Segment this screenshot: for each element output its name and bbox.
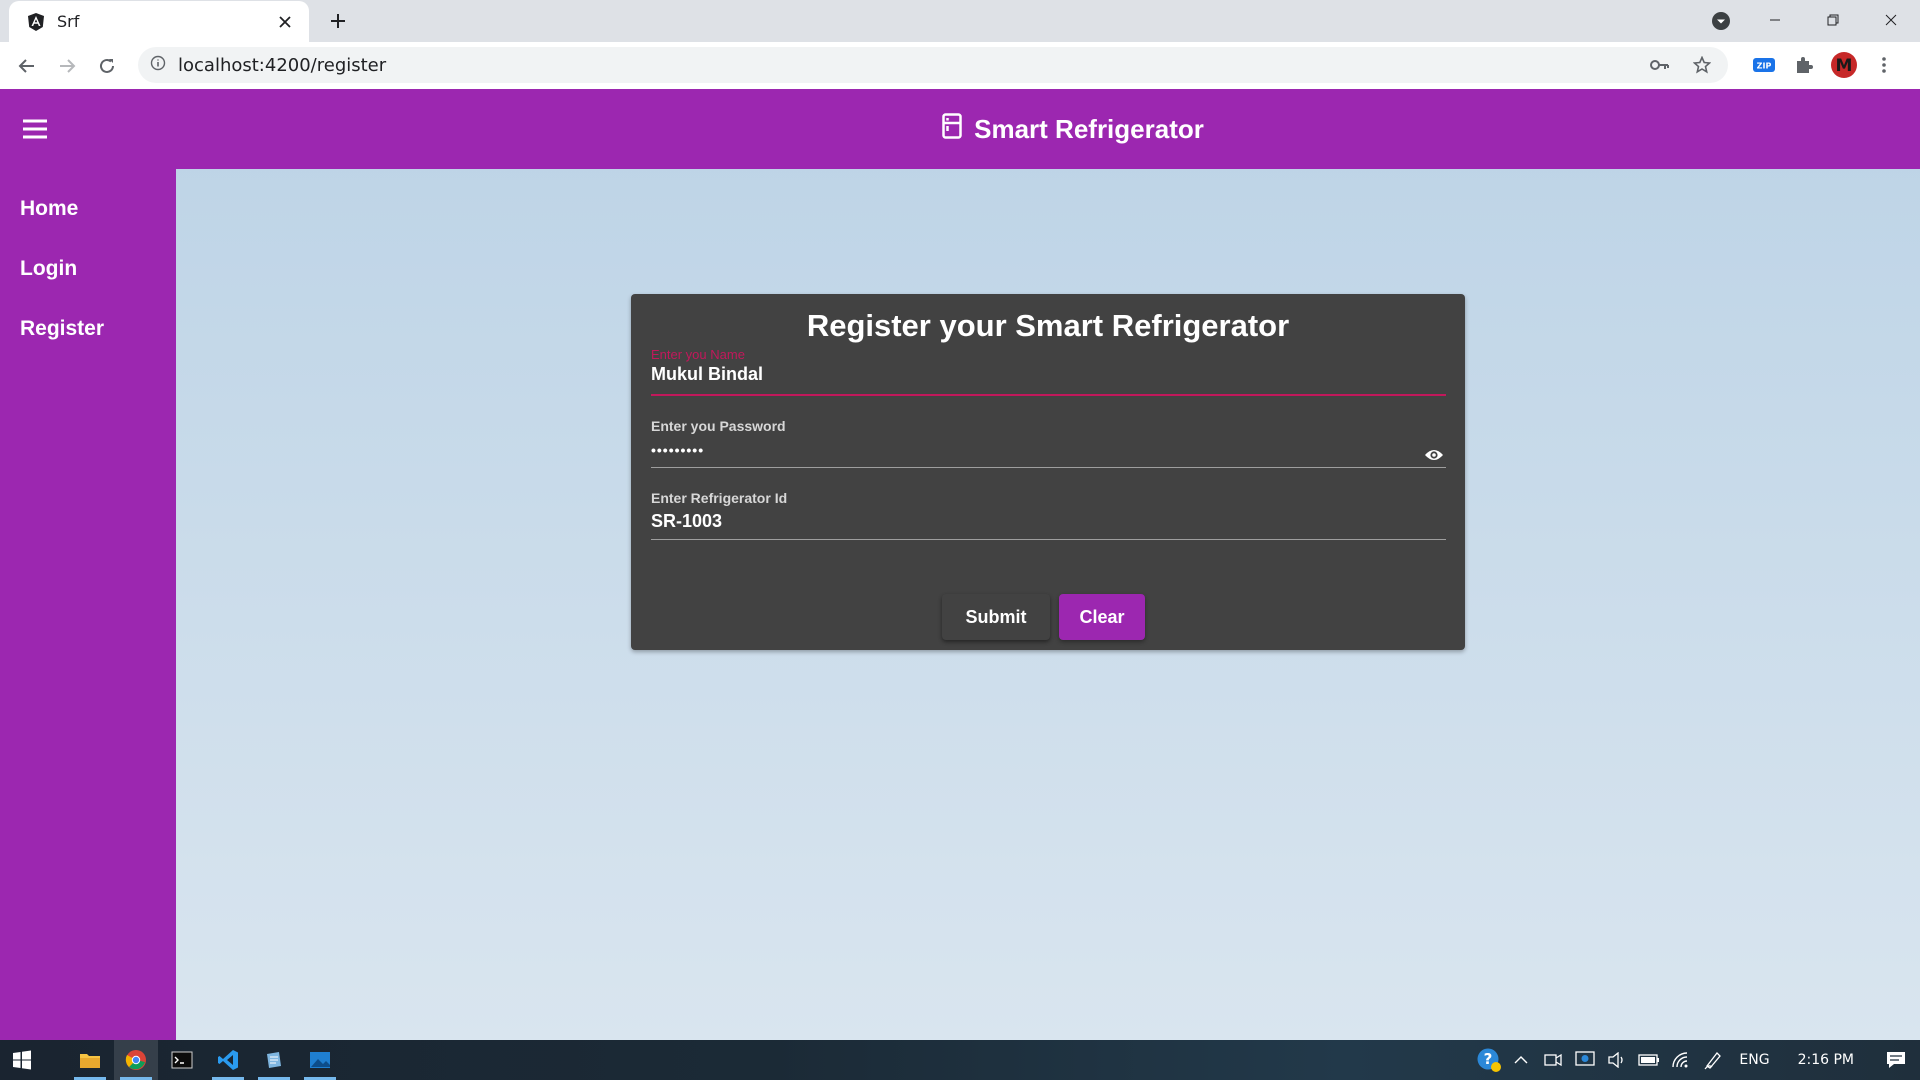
- refrigerator-id-field[interactable]: Enter Refrigerator Id SR-1003: [651, 490, 1446, 540]
- nav-item-login[interactable]: Login: [20, 257, 77, 281]
- windows-taskbar: ? ENG 2:16 PM: [0, 1040, 1920, 1080]
- battery-icon[interactable]: [1633, 1040, 1665, 1080]
- site-info-icon[interactable]: [150, 55, 166, 76]
- back-icon[interactable]: [7, 46, 47, 86]
- submit-button[interactable]: Submit: [942, 594, 1050, 640]
- file-explorer-icon[interactable]: [68, 1040, 112, 1080]
- show-hidden-icons-chevron-icon[interactable]: [1505, 1040, 1537, 1080]
- tab-close-icon[interactable]: [275, 12, 295, 32]
- chrome-taskbar-icon[interactable]: [114, 1040, 158, 1080]
- refrigerator-id-label: Enter Refrigerator Id: [651, 490, 788, 506]
- password-field-underline: [651, 467, 1446, 468]
- language-indicator[interactable]: ENG: [1729, 1052, 1779, 1068]
- name-field-underline: [651, 394, 1446, 396]
- windows-start-icon[interactable]: [0, 1040, 44, 1080]
- zip-extension-icon[interactable]: ZIP: [1748, 48, 1780, 82]
- close-window-icon[interactable]: [1862, 0, 1920, 40]
- visibility-eye-icon[interactable]: [1424, 448, 1444, 462]
- zip-badge-text: ZIP: [1757, 62, 1772, 71]
- name-field[interactable]: Enter you Name Mukul Bindal: [651, 347, 1446, 396]
- forward-icon[interactable]: [47, 46, 87, 86]
- hamburger-menu-icon[interactable]: [22, 119, 48, 139]
- minimize-icon[interactable]: [1746, 0, 1804, 40]
- reload-icon[interactable]: [87, 46, 127, 86]
- notepad-icon[interactable]: [252, 1040, 296, 1080]
- password-field[interactable]: Enter you Password •••••••••: [651, 418, 1446, 468]
- app-title: Smart Refrigerator: [974, 113, 1204, 144]
- volume-icon[interactable]: [1601, 1040, 1633, 1080]
- app-viewport: Home Login Register Smart Refrigerator R…: [0, 89, 1920, 1040]
- password-field-label: Enter you Password: [651, 418, 786, 434]
- register-card: Register your Smart Refrigerator Enter y…: [631, 294, 1465, 650]
- notification-center-icon[interactable]: [1872, 1040, 1920, 1080]
- svg-text:?: ?: [1484, 1050, 1493, 1068]
- refrigerator-id-underline: [651, 539, 1446, 540]
- browser-toolbar: localhost:4200/register ZIP M: [0, 42, 1920, 89]
- browser-tab[interactable]: Srf: [9, 1, 309, 42]
- url-text: localhost:4200/register: [178, 54, 387, 76]
- restore-icon[interactable]: [1804, 0, 1862, 40]
- angular-favicon-icon: [25, 11, 47, 33]
- clock[interactable]: 2:16 PM: [1780, 1052, 1872, 1068]
- vscode-icon[interactable]: [206, 1040, 250, 1080]
- meet-now-icon[interactable]: [1537, 1040, 1569, 1080]
- browser-tab-strip: Srf: [0, 0, 1920, 42]
- form-heading: Register your Smart Refrigerator: [806, 308, 1290, 343]
- tab-title: Srf: [57, 12, 80, 31]
- terminal-icon[interactable]: [160, 1040, 204, 1080]
- key-icon[interactable]: [1644, 51, 1676, 79]
- fridge-icon: [942, 112, 962, 146]
- pen-ink-icon[interactable]: [1697, 1040, 1729, 1080]
- display-sync-icon[interactable]: [1569, 1040, 1601, 1080]
- help-icon[interactable]: ?: [1473, 1040, 1505, 1080]
- name-field-label: Enter you Name: [651, 347, 745, 362]
- new-tab-icon[interactable]: [326, 9, 350, 33]
- extensions-puzzle-icon[interactable]: [1788, 48, 1820, 82]
- address-bar[interactable]: localhost:4200/register: [138, 47, 1728, 83]
- side-navigation: Home Login Register: [0, 89, 176, 1040]
- app-header: Smart Refrigerator: [176, 89, 1920, 169]
- name-input[interactable]: Mukul Bindal: [651, 364, 1446, 385]
- profile-initial: M: [1836, 56, 1853, 76]
- password-input[interactable]: •••••••••: [651, 442, 1446, 458]
- photos-icon[interactable]: [298, 1040, 342, 1080]
- tab-search-icon[interactable]: [1710, 10, 1732, 32]
- bookmark-star-icon[interactable]: [1686, 51, 1718, 79]
- nav-item-home[interactable]: Home: [20, 197, 78, 221]
- profile-avatar[interactable]: M: [1828, 48, 1860, 82]
- clear-button[interactable]: Clear: [1059, 594, 1145, 640]
- browser-menu-icon[interactable]: [1868, 48, 1900, 82]
- wifi-icon[interactable]: [1665, 1040, 1697, 1080]
- nav-item-register[interactable]: Register: [20, 317, 104, 341]
- refrigerator-id-input[interactable]: SR-1003: [651, 511, 1446, 532]
